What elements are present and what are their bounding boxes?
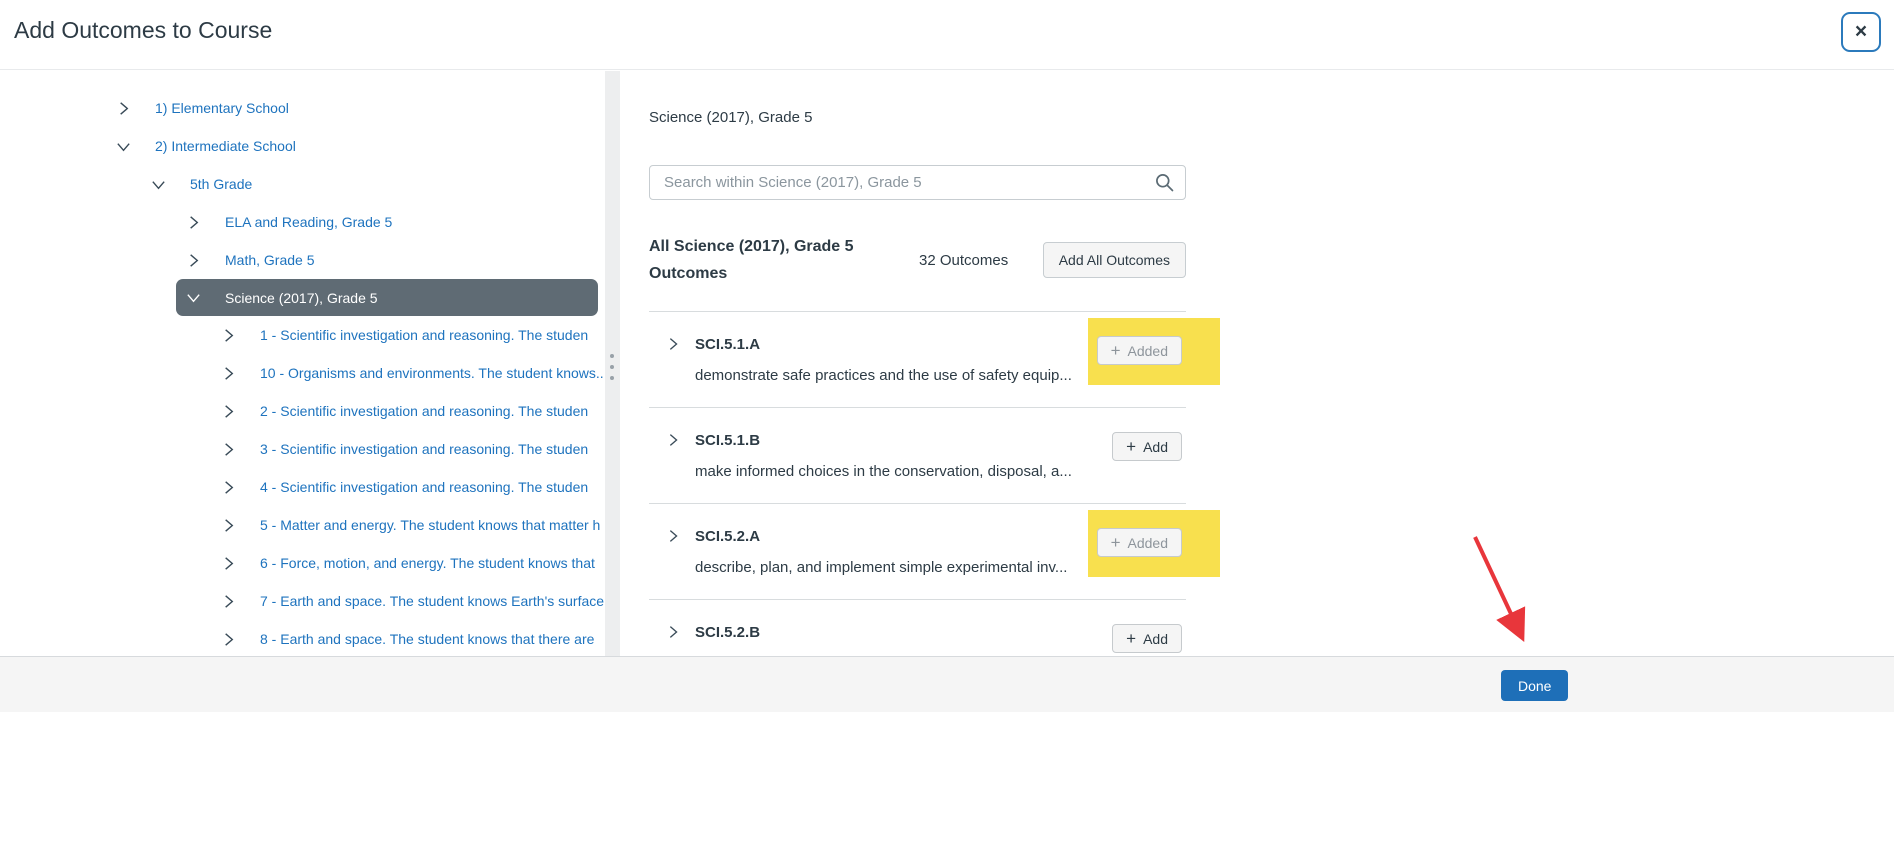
tree-item[interactable]: 4 - Scientific investigation and reasoni…: [218, 468, 605, 506]
done-button[interactable]: Done: [1501, 670, 1568, 701]
tree-item-label: 1) Elementary School: [155, 100, 289, 116]
close-button[interactable]: ×: [1841, 12, 1881, 52]
chevron-right-icon[interactable]: [665, 528, 683, 546]
tree-item-label: 10 - Organisms and environments. The stu…: [260, 365, 605, 381]
chevron-right-icon[interactable]: [218, 363, 238, 383]
tree-item[interactable]: 8 - Earth and space. The student knows t…: [218, 620, 605, 656]
outcome-description: demonstrate safe practices and the use o…: [695, 365, 1072, 387]
tree-item-label: Math, Grade 5: [225, 252, 315, 268]
tree-item-label: 5th Grade: [190, 176, 252, 192]
outcome-row: SCI.5.2.B + Add: [649, 599, 1186, 656]
outcome-code: SCI.5.2.A: [695, 526, 1067, 548]
add-button-label: Add: [1143, 439, 1168, 455]
outcome-code: SCI.5.2.B: [695, 622, 760, 644]
chevron-right-icon[interactable]: [218, 439, 238, 459]
tree-item[interactable]: 1 - Scientific investigation and reasoni…: [218, 316, 605, 354]
chevron-right-icon[interactable]: [218, 515, 238, 535]
search-field: [649, 165, 1186, 200]
tree-item-label: 3 - Scientific investigation and reasoni…: [260, 441, 588, 457]
outcome-panel: Science (2017), Grade 5 All Science (201…: [620, 71, 1894, 656]
chevron-right-icon[interactable]: [183, 212, 203, 232]
tree-item[interactable]: Math, Grade 5: [183, 241, 605, 279]
add-outcome-button[interactable]: + Add: [1112, 432, 1182, 461]
tree-item[interactable]: 5 - Matter and energy. The student knows…: [218, 506, 605, 544]
outcome-tree: 1) Elementary School 2) Intermediate Sch…: [0, 71, 605, 656]
outcome-row: SCI.5.1.A demonstrate safe practices and…: [649, 312, 1186, 407]
chevron-down-icon[interactable]: [183, 288, 203, 308]
chevron-right-icon[interactable]: [218, 401, 238, 421]
chevron-right-icon[interactable]: [218, 325, 238, 345]
add-outcome-button[interactable]: + Add: [1112, 624, 1182, 653]
tree-item[interactable]: 1) Elementary School: [113, 89, 605, 127]
modal-title: Add Outcomes to Course: [14, 17, 272, 44]
plus-icon: +: [1126, 438, 1136, 455]
chevron-right-icon[interactable]: [218, 477, 238, 497]
tree-item-label: 1 - Scientific investigation and reasoni…: [260, 327, 588, 343]
modal-footer: Done: [0, 656, 1894, 712]
outcome-code: SCI.5.1.A: [695, 334, 1072, 356]
outcome-description: describe, plan, and implement simple exp…: [695, 557, 1067, 579]
tree-item-label: 5 - Matter and energy. The student knows…: [260, 517, 600, 533]
tree-item[interactable]: 2) Intermediate School: [113, 127, 605, 165]
tree-item[interactable]: 6 - Force, motion, and energy. The stude…: [218, 544, 605, 582]
plus-icon: +: [1111, 342, 1121, 359]
tree-item[interactable]: 3 - Scientific investigation and reasoni…: [218, 430, 605, 468]
tree-item[interactable]: Science (2017), Grade 5: [176, 279, 598, 316]
add-button-label: Added: [1128, 535, 1168, 551]
outcome-count: 32 Outcomes: [919, 252, 1008, 269]
add-outcome-button[interactable]: + Added: [1097, 336, 1182, 365]
outcome-description: make informed choices in the conservatio…: [695, 461, 1072, 483]
outcome-code: SCI.5.1.B: [695, 430, 1072, 452]
drag-handle-icon: [610, 354, 614, 380]
chevron-right-icon[interactable]: [665, 432, 683, 450]
tree-item[interactable]: 2 - Scientific investigation and reasoni…: [218, 392, 605, 430]
chevron-right-icon[interactable]: [183, 250, 203, 270]
search-input[interactable]: [649, 165, 1186, 200]
chevron-right-icon[interactable]: [218, 629, 238, 649]
panel-splitter[interactable]: [605, 71, 620, 656]
chevron-right-icon[interactable]: [665, 624, 683, 642]
tree-item-label: 4 - Scientific investigation and reasoni…: [260, 479, 588, 495]
add-all-outcomes-button[interactable]: Add All Outcomes: [1043, 242, 1186, 278]
add-outcome-button[interactable]: + Added: [1097, 528, 1182, 557]
tree-item-label: 7 - Earth and space. The student knows E…: [260, 593, 604, 609]
modal-header: Add Outcomes to Course ×: [0, 0, 1894, 70]
plus-icon: +: [1111, 534, 1121, 551]
add-button-label: Add: [1143, 631, 1168, 647]
close-icon: ×: [1855, 20, 1867, 43]
chevron-down-icon[interactable]: [113, 136, 133, 156]
tree-item-label: ELA and Reading, Grade 5: [225, 214, 392, 230]
plus-icon: +: [1126, 630, 1136, 647]
chevron-down-icon[interactable]: [148, 174, 168, 194]
group-title: Science (2017), Grade 5: [649, 108, 1186, 128]
chevron-right-icon[interactable]: [218, 591, 238, 611]
chevron-right-icon[interactable]: [113, 98, 133, 118]
add-outcomes-modal: Add Outcomes to Course × 1) Elementary S…: [0, 0, 1894, 857]
summary-heading: All Science (2017), Grade 5 Outcomes: [649, 233, 861, 287]
modal-body: 1) Elementary School 2) Intermediate Sch…: [0, 71, 1894, 656]
tree-item-label: 2 - Scientific investigation and reasoni…: [260, 403, 588, 419]
tree-item[interactable]: 7 - Earth and space. The student knows E…: [218, 582, 605, 620]
chevron-right-icon[interactable]: [218, 553, 238, 573]
outcome-list: SCI.5.1.A demonstrate safe practices and…: [649, 311, 1186, 656]
search-icon: [1155, 173, 1174, 192]
tree-item-label: Science (2017), Grade 5: [225, 290, 378, 306]
outcome-row: SCI.5.1.B make informed choices in the c…: [649, 407, 1186, 503]
tree-item[interactable]: ELA and Reading, Grade 5: [183, 203, 605, 241]
add-button-label: Added: [1128, 343, 1168, 359]
tree-item[interactable]: 5th Grade: [148, 165, 605, 203]
tree-item[interactable]: 10 - Organisms and environments. The stu…: [218, 354, 605, 392]
outcome-row: SCI.5.2.A describe, plan, and implement …: [649, 503, 1186, 599]
tree-item-label: 8 - Earth and space. The student knows t…: [260, 631, 594, 647]
summary-row: All Science (2017), Grade 5 Outcomes 32 …: [649, 233, 1186, 287]
chevron-right-icon[interactable]: [665, 336, 683, 354]
tree-item-label: 2) Intermediate School: [155, 138, 296, 154]
tree-item-label: 6 - Force, motion, and energy. The stude…: [260, 555, 595, 571]
